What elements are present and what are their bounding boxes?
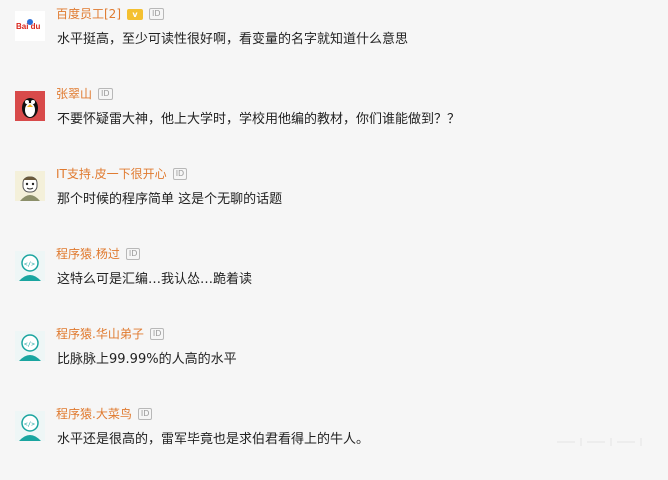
comment-item: </> 程序猿.华山弟子 ID 比脉脉上99.99%的人高的水平 (0, 320, 668, 400)
id-badge: ID (172, 168, 188, 180)
comment-text: 水平挺高，至少可读性很好啊，看变量的名字就知道什么意思 (57, 32, 409, 47)
comment-author[interactable]: 程序猿.华山弟子 (56, 326, 144, 342)
comment-author[interactable]: 程序猿.大菜鸟 (56, 406, 132, 422)
svg-text:</>: </> (24, 261, 35, 268)
vip-badge: v (127, 8, 143, 20)
comment-author[interactable]: 张翠山 (56, 86, 92, 102)
coder-avatar[interactable]: </> (15, 331, 45, 361)
comment-author[interactable]: 程序猿.杨过 (56, 246, 120, 262)
coder-avatar[interactable]: </> (15, 251, 45, 281)
id-badge: ID (149, 328, 165, 340)
penguin-avatar[interactable] (15, 91, 45, 121)
baidu-logo-avatar[interactable]: Bai du (15, 11, 45, 41)
comment-item: </> 程序猿.杨过 ID 这特么可是汇编…我认怂…跪着读 (0, 240, 668, 320)
id-badge: ID (125, 248, 141, 260)
comment-text: 水平还是很高的，雷军毕竟也是求伯君看得上的牛人。 (57, 432, 370, 447)
comment-item: Bai du 百度员工[2] v ID 水平挺高，至少可读性很好啊，看变量的名字… (0, 0, 668, 80)
coder-avatar[interactable]: </> (15, 411, 45, 441)
svg-text:</>: </> (24, 341, 35, 348)
comment-item: 张翠山 ID 不要怀疑雷大神，他上大学时，学校用他编的教材，你们谁能做到？？ (0, 80, 668, 160)
cartoon-face-avatar[interactable] (15, 171, 45, 201)
svg-text:</>: </> (24, 421, 35, 428)
comment-author[interactable]: 百度员工[2] (56, 6, 121, 22)
comment-item: IT支持.皮一下很开心 ID 那个时候的程序简单 这是个无聊的话题 (0, 160, 668, 240)
comment-text: 这特么可是汇编…我认怂…跪着读 (57, 272, 253, 287)
comment-text: 比脉脉上99.99%的人高的水平 (57, 352, 237, 367)
id-badge: ID (149, 8, 164, 20)
comment-text: 不要怀疑雷大神，他上大学时，学校用他编的教材，你们谁能做到？？ (57, 112, 461, 127)
id-badge: ID (137, 408, 153, 420)
id-badge: ID (98, 88, 113, 100)
comment-list: Bai du 百度员工[2] v ID 水平挺高，至少可读性很好啊，看变量的名字… (0, 0, 668, 459)
comment-author[interactable]: IT支持.皮一下很开心 (56, 166, 167, 182)
comment-text: 那个时候的程序简单 这是个无聊的话题 (57, 192, 283, 207)
watermark (555, 433, 650, 446)
